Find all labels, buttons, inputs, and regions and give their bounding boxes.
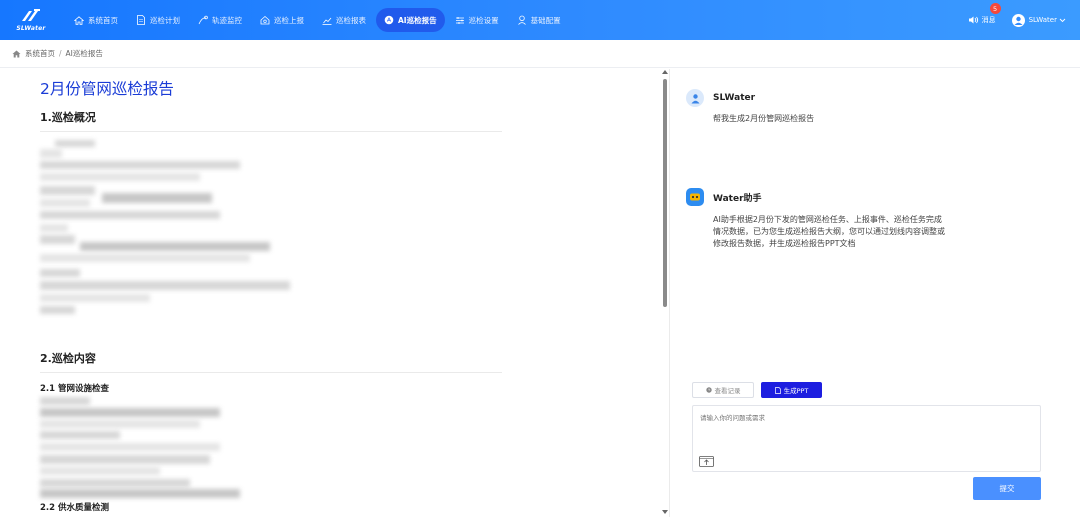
assistant-line: 情况数据，已为您生成巡检报告大纲，您可以通过划线内容调整或	[713, 227, 945, 236]
breadcrumb-current: AI巡检报告	[65, 49, 103, 58]
user-avatar-icon	[1011, 13, 1025, 27]
nav-item-label: AI巡检报告	[398, 15, 437, 25]
scroll-up-icon[interactable]	[662, 70, 668, 74]
ppt-file-icon	[774, 386, 781, 394]
report-title: 2月份管网巡检报告	[40, 80, 174, 98]
logo-text: SLWater	[16, 25, 46, 32]
nav-item-8[interactable]: 基础配置	[509, 8, 569, 32]
nav-item-6[interactable]: AI巡检报告	[376, 8, 445, 32]
report-upload-icon	[260, 15, 270, 25]
subsection-heading-facility: 2.1 管网设施检查	[40, 384, 110, 394]
section-heading-content: 2.巡检内容	[40, 352, 96, 365]
home-icon	[74, 15, 84, 25]
view-records-label: 查看记录	[714, 387, 741, 395]
section-divider	[40, 131, 502, 132]
top-navigation-bar: SLWater 系统首页 巡检计划 轨迹监控 巡检上报 巡检报表 AI巡检报告 巡检设置 基础…	[0, 0, 1080, 40]
nav-item-label: 巡检上报	[274, 15, 304, 25]
header-right: 消息 5 SLWater	[968, 0, 1080, 40]
nav-item-label: 系统首页	[88, 15, 118, 25]
report-pane: 2月份管网巡检报告 1.巡检概况 2.巡检内容 2.1 管网设施检查 2.2 供…	[0, 69, 668, 517]
assistant-message-text: AI助手根据2月份下发的管网巡检任务、上报事件、巡检任务完成 情况数据，已为您生…	[713, 214, 945, 250]
nav-item-label: 基础配置	[530, 15, 561, 25]
main-nav: 系统首页 巡检计划 轨迹监控 巡检上报 巡检报表 AI巡检报告 巡检设置 基础配置	[66, 0, 571, 40]
username: SLWater	[1028, 16, 1057, 24]
nav-item-label: 巡检计划	[150, 15, 180, 25]
generate-ppt-label: 生成PPT	[783, 387, 809, 395]
chat-actions: 查看记录 生成PPT	[692, 382, 822, 398]
breadcrumb: 系统首页 / AI巡检报告	[0, 40, 1080, 68]
messages-count-badge: 5	[989, 3, 1001, 14]
scrollbar-thumb[interactable]	[663, 79, 667, 307]
assistant-line: 修改报告数据，并生成巡检报告PPT文档	[713, 239, 856, 248]
clock-icon	[705, 387, 712, 393]
user-message-text: 帮我生成2月份管网巡检报告	[713, 114, 815, 123]
nav-item-5[interactable]: 巡检报表	[314, 8, 374, 32]
nav-item-3[interactable]: 轨迹监控	[190, 8, 250, 32]
nav-item-label: 巡检设置	[468, 15, 499, 25]
nav-item-1[interactable]: 系统首页	[66, 8, 126, 32]
home-icon	[12, 50, 21, 58]
assistant-line: AI助手根据2月份下发的管网巡检任务、上报事件、巡检任务完成	[713, 215, 942, 224]
section-divider	[40, 372, 502, 373]
logo-mark-icon	[20, 8, 42, 24]
nav-item-2[interactable]: 巡检计划	[128, 8, 188, 32]
ai-icon	[384, 15, 394, 25]
settings-icon	[455, 15, 465, 25]
ai-chat-pane: SLWater 帮我生成2月份管网巡检报告 Water助手 AI助手根据2月份下…	[670, 69, 1080, 517]
chart-icon	[322, 15, 332, 25]
nav-item-4[interactable]: 巡检上报	[252, 8, 312, 32]
user-message: SLWater 帮我生成2月份管网巡检报告	[686, 89, 814, 125]
report-scrollbar[interactable]	[661, 69, 668, 517]
user-name: SLWater	[713, 93, 756, 103]
assistant-name: Water助手	[713, 193, 762, 204]
nav-item-label: 巡检报表	[336, 15, 366, 25]
generate-ppt-button[interactable]: 生成PPT	[761, 382, 822, 398]
messages-button[interactable]: 消息 5	[968, 3, 1001, 25]
chat-input-box	[692, 405, 1041, 472]
user-menu[interactable]: SLWater	[1011, 13, 1066, 27]
chevron-down-icon	[1059, 18, 1066, 23]
user-avatar-icon	[686, 89, 704, 107]
nav-item-label: 轨迹监控	[212, 15, 242, 25]
track-icon	[198, 15, 208, 25]
section-heading-overview: 1.巡检概况	[40, 111, 96, 124]
breadcrumb-separator: /	[59, 49, 62, 58]
nav-item-7[interactable]: 巡检设置	[447, 8, 507, 32]
view-records-button[interactable]: 查看记录	[692, 382, 754, 398]
document-icon	[136, 15, 146, 25]
submit-button[interactable]: 提交	[973, 477, 1041, 500]
breadcrumb-home[interactable]: 系统首页	[25, 48, 55, 59]
subsection-heading-water-quality: 2.2 供水质量检测	[40, 503, 110, 513]
speaker-icon	[968, 16, 979, 24]
app-logo[interactable]: SLWater	[0, 0, 62, 40]
scroll-down-icon[interactable]	[662, 510, 668, 514]
chat-input[interactable]	[693, 406, 1040, 471]
messages-label: 消息	[981, 16, 996, 24]
assistant-message: Water助手 AI助手根据2月份下发的管网巡检任务、上报事件、巡检任务完成 情…	[686, 188, 945, 250]
config-icon	[517, 15, 527, 25]
upload-icon[interactable]	[699, 452, 714, 467]
robot-icon	[686, 188, 704, 206]
